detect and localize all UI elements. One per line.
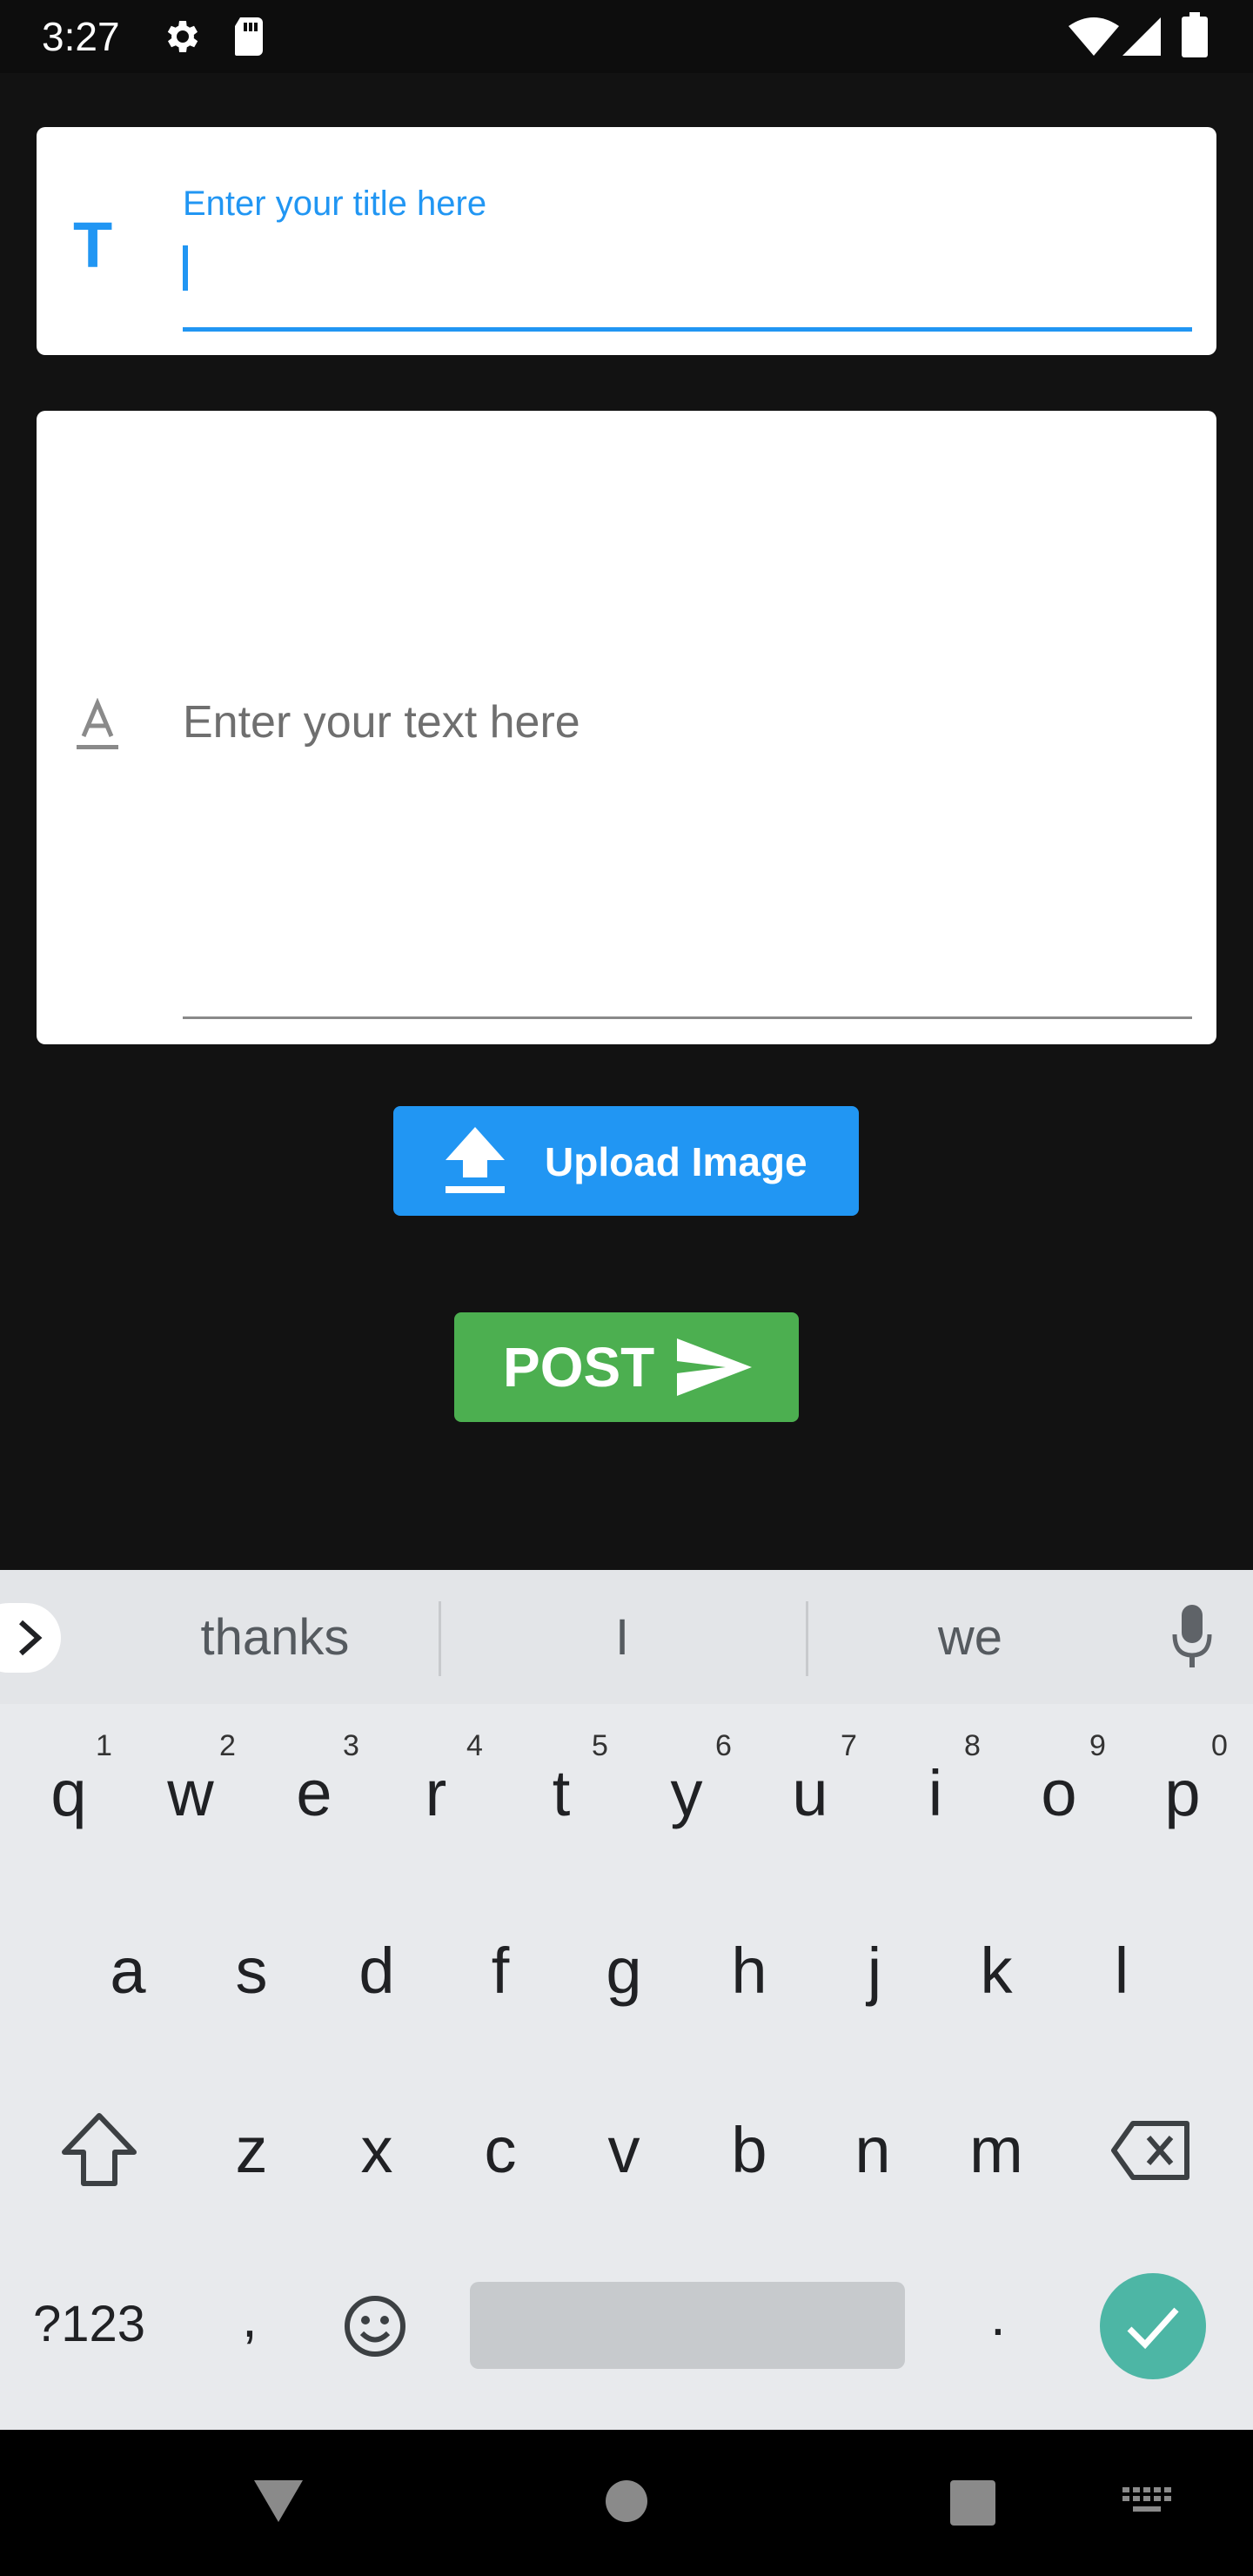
suggestion-bar: thanks I we [0, 1570, 1253, 1704]
key-hint: 7 [841, 1729, 857, 1762]
key-hint: 1 [96, 1729, 112, 1762]
sd-card-icon [235, 17, 263, 56]
suggestion-divider [806, 1601, 808, 1676]
keyboard-expand-button[interactable] [0, 1603, 61, 1673]
key-hint: 9 [1089, 1729, 1106, 1762]
title-underline [183, 327, 1192, 332]
key[interactable]: a [71, 1906, 184, 2036]
upload-image-button[interactable]: Upload Image [393, 1106, 859, 1216]
key-hint: 5 [592, 1729, 608, 1762]
symbols-key[interactable]: ?123 [33, 2294, 145, 2355]
key-hint: 8 [964, 1729, 981, 1762]
text-format-icon [77, 698, 118, 749]
check-icon [1127, 2307, 1179, 2350]
key[interactable]: m [940, 2085, 1053, 2216]
key[interactable]: v [567, 2085, 680, 2216]
key[interactable]: s [195, 1906, 308, 2036]
backspace-icon[interactable] [1110, 2120, 1190, 2181]
title-floating-label: Enter your title here [183, 184, 487, 223]
battery-icon [1182, 12, 1208, 57]
key[interactable]: c [444, 2085, 557, 2216]
key-hint: 0 [1211, 1729, 1228, 1762]
comma-key[interactable]: , [242, 2287, 258, 2348]
key[interactable]: x [320, 2085, 433, 2216]
title-icon: T [73, 209, 113, 281]
settings-icon [167, 21, 198, 52]
suggestion-divider [439, 1601, 441, 1676]
upload-image-label: Upload Image [545, 1139, 807, 1184]
post-button[interactable]: POST [454, 1312, 799, 1422]
send-icon [677, 1338, 752, 1396]
key[interactable]: b [693, 2085, 806, 2216]
key[interactable]: j [818, 1906, 931, 2036]
key-hint: 4 [466, 1729, 483, 1762]
key[interactable]: l [1065, 1906, 1178, 2036]
chevron-right-icon [18, 1620, 43, 1656]
title-card: T Enter your title here [37, 127, 1216, 355]
key[interactable]: n [816, 2085, 929, 2216]
key-hint: 3 [343, 1729, 359, 1762]
text-input[interactable] [183, 672, 1196, 780]
status-time: 3:27 [42, 14, 120, 59]
key[interactable]: k [940, 1906, 1053, 2036]
text-card: Enter your text here [37, 411, 1216, 1044]
period-key[interactable]: . [990, 2285, 1006, 2346]
suggestion-3[interactable]: we [870, 1610, 1070, 1666]
wifi-icon [1069, 17, 1119, 56]
key[interactable]: z [195, 2085, 308, 2216]
home-icon[interactable] [604, 2479, 649, 2524]
emoji-icon[interactable] [343, 2294, 407, 2358]
back-icon[interactable] [252, 2477, 305, 2526]
title-input[interactable] [183, 238, 1192, 329]
shift-icon[interactable] [57, 2110, 141, 2189]
enter-button[interactable] [1100, 2273, 1206, 2379]
post-label: POST [503, 1336, 655, 1399]
status-bar: 3:27 [0, 0, 1253, 73]
key[interactable]: d [320, 1906, 433, 2036]
navigation-bar [0, 2430, 1253, 2576]
suggestion-1[interactable]: thanks [162, 1610, 388, 1666]
signal-icon [1122, 17, 1161, 56]
key-hint: 2 [219, 1729, 236, 1762]
keyboard-switch-icon[interactable] [1122, 2487, 1171, 2519]
key-hint: 6 [715, 1729, 732, 1762]
space-bar[interactable] [470, 2282, 905, 2369]
suggestion-2[interactable]: I [513, 1610, 731, 1666]
key[interactable]: h [693, 1906, 806, 2036]
recents-icon[interactable] [950, 2480, 995, 2526]
key[interactable]: g [567, 1906, 680, 2036]
microphone-icon[interactable] [1171, 1605, 1213, 1669]
key[interactable]: f [444, 1906, 557, 2036]
text-cursor [183, 245, 188, 291]
text-underline [183, 1016, 1192, 1019]
upload-icon [446, 1127, 505, 1193]
